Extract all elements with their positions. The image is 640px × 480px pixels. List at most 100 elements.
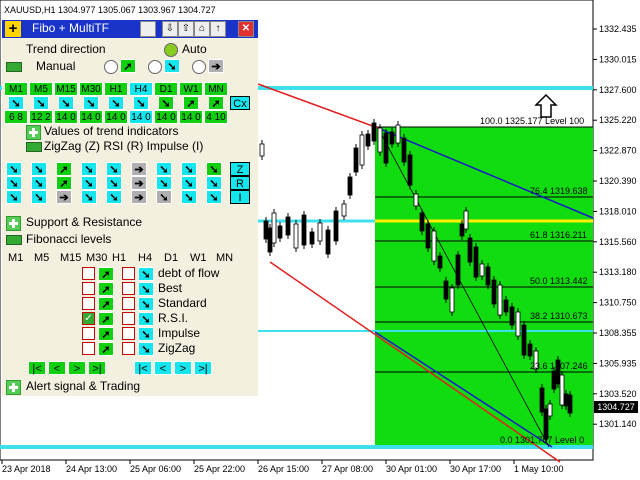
candle-body [567,394,573,414]
price-label: 1322.870 [599,146,637,156]
zigzag-button[interactable]: Z [230,162,250,176]
arrow-up-right-icon[interactable]: ➚ [120,59,136,73]
checkbox-h4[interactable] [122,282,135,295]
candle-body [389,131,395,145]
manual-radio-up[interactable] [104,60,118,74]
checkbox-h1[interactable] [82,282,95,295]
fibo-label: 23.6 1307.246 [530,361,588,371]
trend-arrow-icon: ➘ [108,96,124,110]
candle-body [515,311,521,337]
fibo-multitf-panel: + Fibo + MultiTF ⇩ ⇧ ⌂ ↑ ✕ Trend directi… [2,20,258,396]
arrow-down-right-icon[interactable]: ➘ [164,59,180,73]
nav-button[interactable]: >| [88,361,106,375]
collapse-icon[interactable] [6,235,22,245]
nav-button[interactable]: > [68,361,86,375]
collapse-icon[interactable] [26,142,42,152]
impulse-button[interactable]: I [230,190,250,204]
arrow-up-right-icon: ➚ [98,297,114,311]
tf-label-m1[interactable]: M1 [4,82,28,96]
candle-body [443,280,449,300]
fib-tf-label: H1 [112,252,127,264]
nav-button[interactable]: < [154,361,172,375]
candle-body [425,223,431,249]
tf-label-mn[interactable]: MN [204,82,228,96]
fib-tf-label: M15 [60,252,82,264]
arrow-right-icon[interactable]: ➔ [208,59,224,73]
tf-label-w1[interactable]: W1 [179,82,203,96]
candle-body [459,223,465,237]
arrow-up-icon[interactable]: ⇧ [178,21,194,37]
indicator-arrow-icon: ➘ [81,176,97,190]
pin-icon[interactable]: ↑ [210,21,226,37]
tf-label-d1[interactable]: D1 [154,82,178,96]
indicator-arrow-icon: ➘ [181,162,197,176]
checkbox-h1[interactable] [82,342,95,355]
price-label: 1320.390 [599,176,637,186]
manual-radio-down[interactable] [148,60,162,74]
plus-icon[interactable]: + [5,21,21,37]
checkbox-h4[interactable] [122,327,135,340]
candle-body [277,225,283,239]
indicator-arrow-icon: ➘ [6,176,22,190]
fib-tf-label: W1 [190,252,207,264]
checkbox-h4[interactable] [122,342,135,355]
arrow-down-right-icon: ➘ [138,297,154,311]
checkbox-h4[interactable] [122,297,135,310]
expand-icon[interactable] [26,125,41,140]
rsi-button[interactable]: R [230,176,250,190]
checkbox-h4[interactable] [122,267,135,280]
trend-arrow-icon: ➘ [33,96,49,110]
nav-button[interactable]: >| [194,361,212,375]
tf-period: 14 0 [54,110,78,124]
arrow-down-right-icon: ➘ [138,282,154,296]
indicator-arrow-icon: ➔ [131,162,147,176]
candle-body [551,370,557,390]
checkbox-h1[interactable]: ✓ [82,312,95,325]
fib-tf-label: M5 [34,252,50,264]
candle-body [263,220,269,240]
nav-button[interactable]: > [174,361,192,375]
trend-arrow-icon: ➘ [158,96,174,110]
tf-period: 14 0 [179,110,203,124]
panel-titlebar: + Fibo + MultiTF ⇩ ⇧ ⌂ ↑ ✕ [2,20,258,38]
arrow-up-right-icon: ➚ [98,267,114,281]
nav-button[interactable]: |< [134,361,152,375]
tf-label-h1[interactable]: H1 [104,82,128,96]
checkbox-h1[interactable] [82,267,95,280]
trend-arrow-icon: ➚ [183,96,199,110]
expand-icon[interactable] [6,380,21,395]
fib-timeframe-labels: M1 M5 M15 M30 H1 H4 D1 W1 MN [2,252,258,268]
candle-body [353,147,359,173]
candle-body [419,212,425,232]
tf-label-m15[interactable]: M15 [54,82,78,96]
indicator-arrow-icon: ➔ [56,190,72,204]
fib-item-label: R.S.I. [158,311,189,325]
arrow-down-right-icon: ➘ [138,342,154,356]
candle-body [563,393,569,407]
tf-label-m5[interactable]: M5 [29,82,53,96]
collapse-icon[interactable] [6,62,22,72]
nav-button[interactable]: |< [28,361,46,375]
auto-radio[interactable] [164,43,178,57]
checkbox-h4[interactable] [122,312,135,325]
manual-label: Manual [36,59,76,73]
expand-icon[interactable] [6,216,21,231]
close-icon[interactable]: ✕ [238,21,254,37]
manual-radio-flat[interactable] [192,60,206,74]
indicator-grid: ➘ ➘ ➚ ➘ ➘ ➔ ➘ ➘ ➘ ➘ ➘ ➚ ➘ ➘ ➔ ➘ ➘ ➘ ➘ ➘ ➔ ➘ ➘ ➔ ➘ ➘ ➘ [2,160,258,206]
checkbox-h1[interactable] [82,297,95,310]
tf-label-m30[interactable]: M30 [79,82,103,96]
indicator-arrow-icon: ➘ [81,190,97,204]
minimize-icon[interactable] [140,21,156,37]
candle-body [293,223,299,249]
nav-button[interactable]: < [48,361,66,375]
alert-trading-label: Alert signal & Trading [26,379,141,393]
indicator-arrow-icon: ➘ [31,190,47,204]
cx-button[interactable]: Cx [230,96,250,110]
home-icon[interactable]: ⌂ [194,21,210,37]
tf-label-h4[interactable]: H4 [129,82,153,96]
arrow-down-icon[interactable]: ⇩ [162,21,178,37]
timeframe-grid: M1 ➘ 6 8 M5 ➘ 12 2 M15 ➘ 14 0 M30 ➘ 14 0 H1 ➘ 14 0 H4 ➘ 1… [2,82,258,128]
candle-body [449,287,455,313]
checkbox-h1[interactable] [82,327,95,340]
